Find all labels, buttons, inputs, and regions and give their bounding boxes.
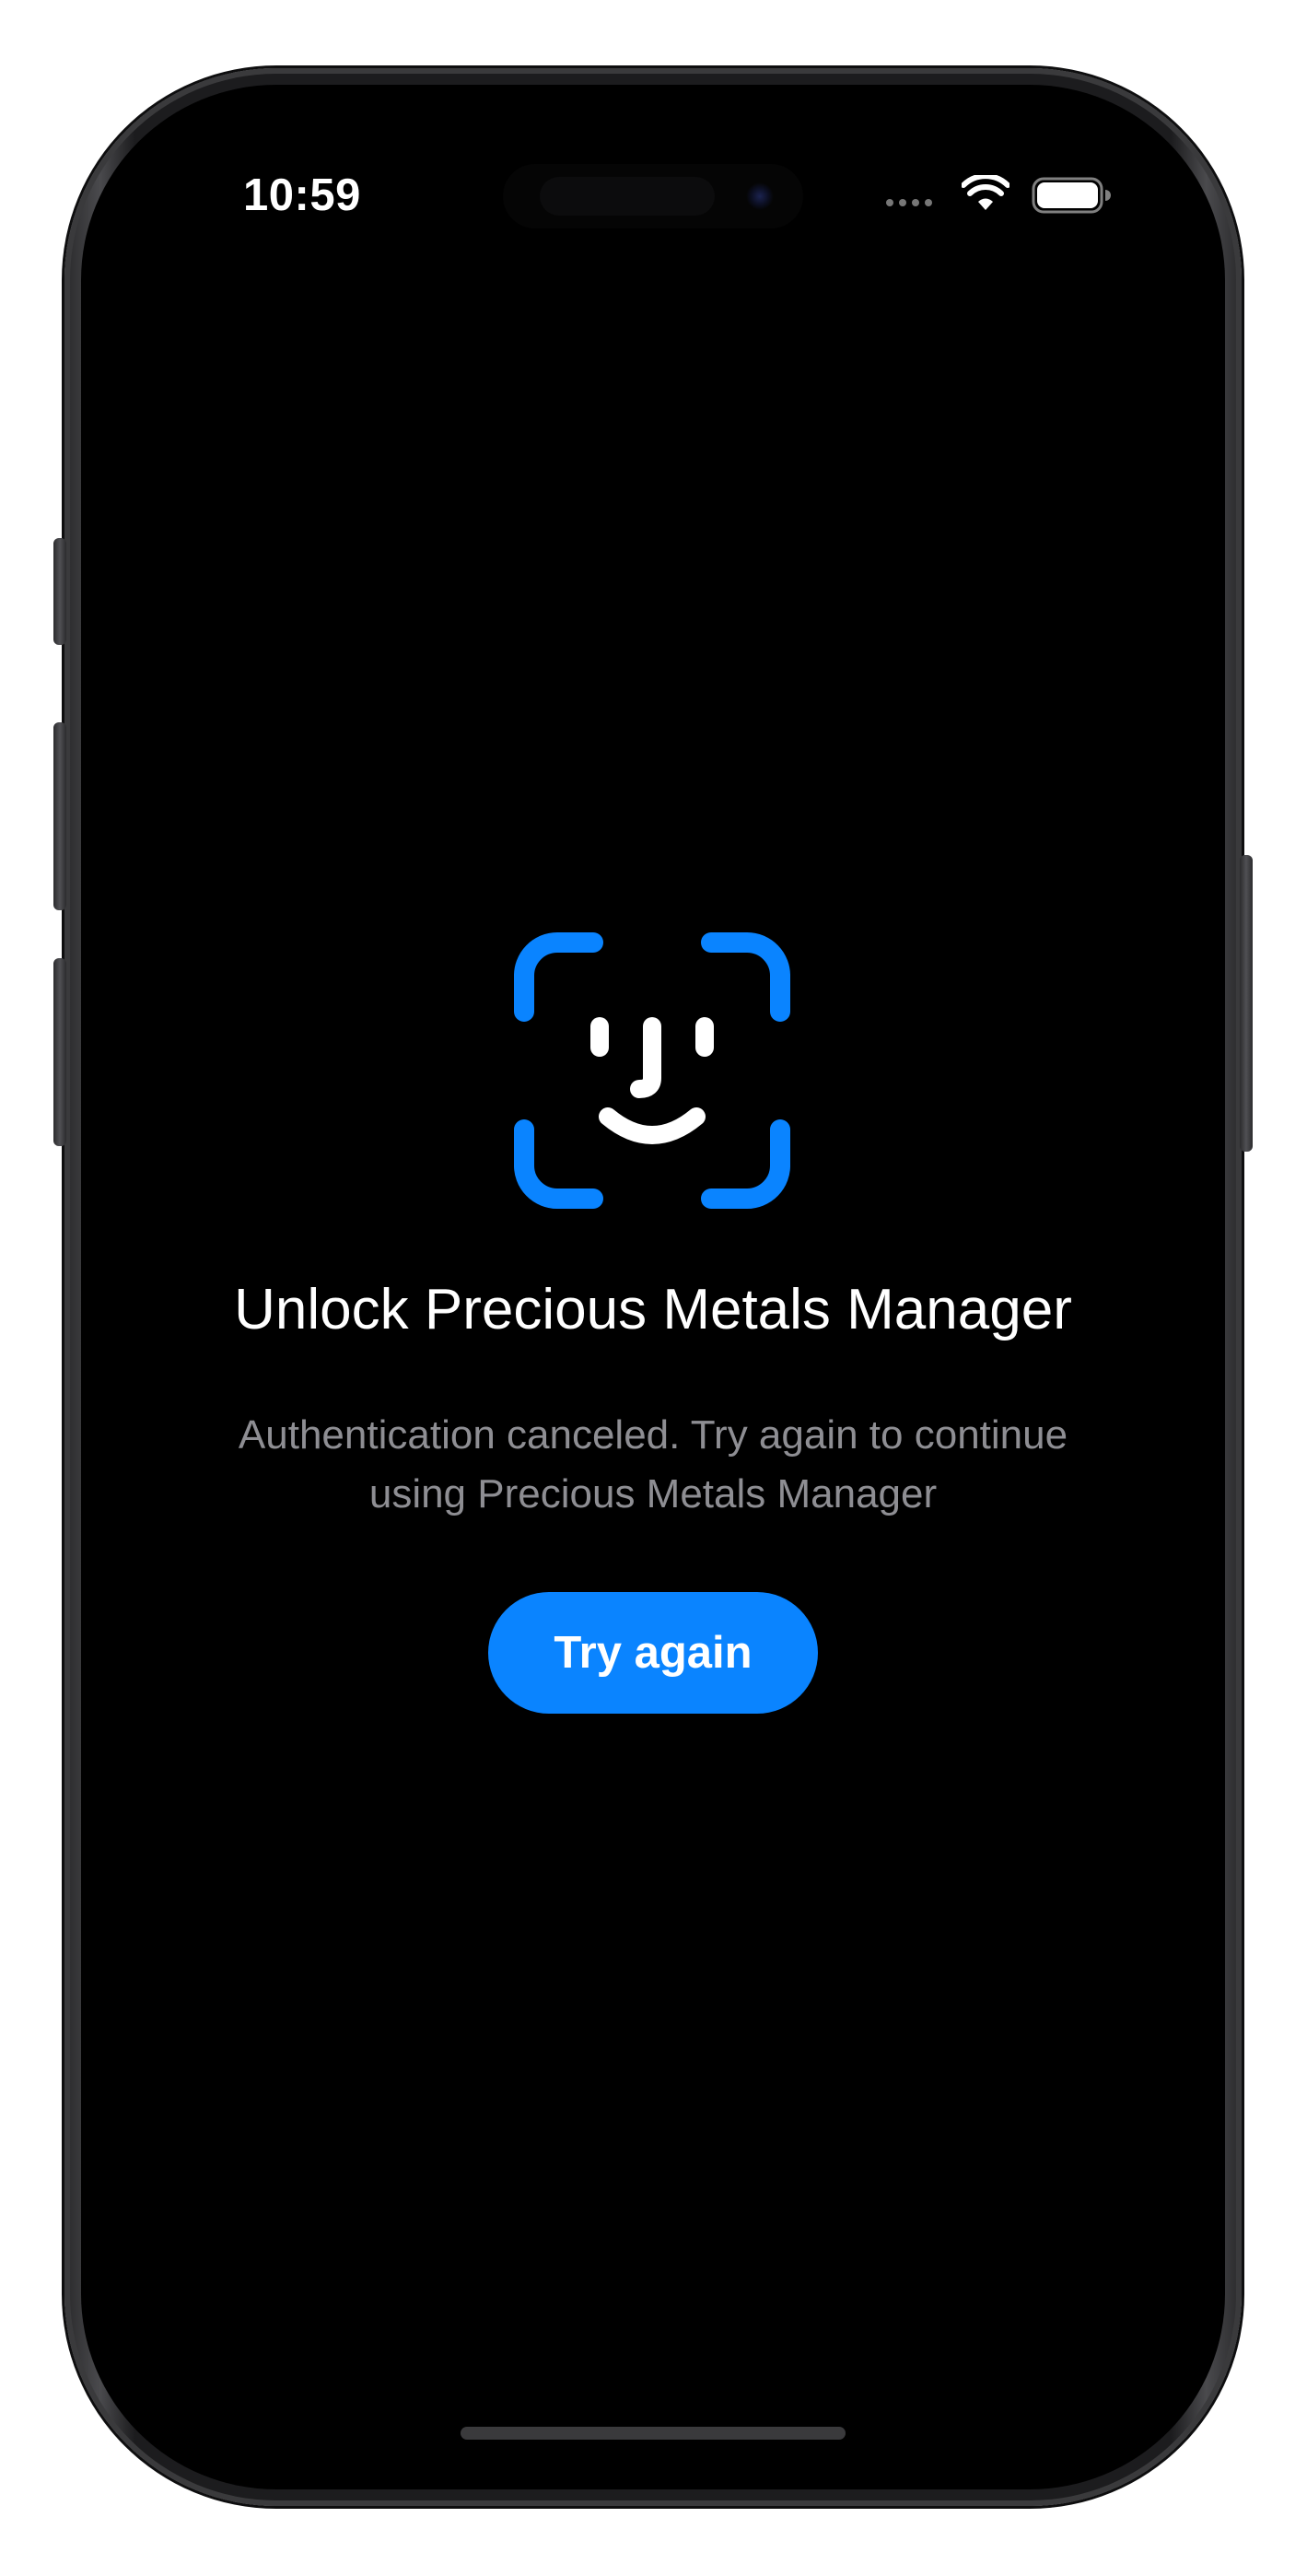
home-indicator[interactable] bbox=[461, 2427, 846, 2440]
face-id-icon bbox=[514, 932, 790, 1209]
action-button bbox=[53, 538, 66, 645]
volume-up-button bbox=[53, 722, 66, 910]
dynamic-island bbox=[503, 164, 803, 228]
battery-icon bbox=[1032, 177, 1111, 214]
power-button bbox=[1240, 855, 1253, 1152]
wifi-icon bbox=[962, 175, 1009, 210]
cellular-signal-icon bbox=[886, 199, 932, 206]
island-sensor bbox=[540, 177, 715, 216]
status-bar-time: 10:59 bbox=[243, 170, 361, 220]
try-again-button[interactable]: Try again bbox=[488, 1592, 818, 1714]
front-camera bbox=[746, 182, 774, 210]
volume-down-button bbox=[53, 958, 66, 1146]
app-screen: 10:59 Unlock Precious Metals Manager Aut… bbox=[81, 85, 1225, 2489]
unlock-title: Unlock Precious Metals Manager bbox=[234, 1278, 1072, 1341]
authentication-message: Authentication canceled. Try again to co… bbox=[238, 1412, 1068, 1516]
